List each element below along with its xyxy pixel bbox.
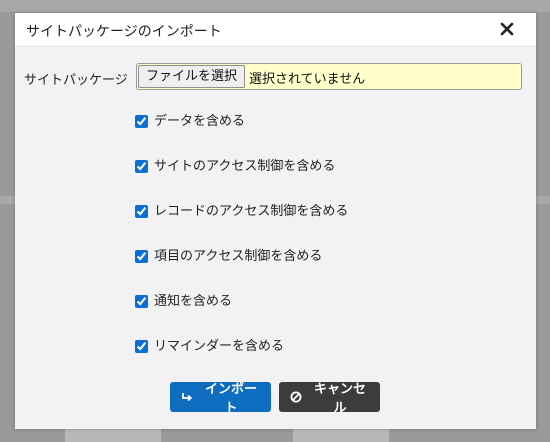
option-label[interactable]: 項目のアクセス制御を含める xyxy=(154,248,322,266)
dialog-titlebar: サイトパッケージのインポート xyxy=(15,13,536,47)
file-status: 選択されていません xyxy=(249,72,366,87)
option-label[interactable]: データを含める xyxy=(154,113,245,131)
import-button-label: インポート xyxy=(204,382,257,416)
include-column-access-checkbox[interactable] xyxy=(135,250,148,263)
cancel-circle-icon xyxy=(289,390,303,404)
option-label[interactable]: 通知を含める xyxy=(154,293,232,311)
include-site-access-checkbox[interactable] xyxy=(135,160,148,173)
option-label[interactable]: サイトのアクセス制御を含める xyxy=(154,158,335,176)
background-strip xyxy=(0,0,550,12)
option-row: レコードのアクセス制御を含める xyxy=(135,203,348,248)
background-card xyxy=(293,428,389,442)
include-data-checkbox[interactable] xyxy=(135,115,148,128)
file-row: サイトパッケージ ファイルを選択 選択されていません xyxy=(15,61,536,93)
cancel-button-label: キャンセル xyxy=(313,382,366,416)
option-row: 項目のアクセス制御を含める xyxy=(135,248,348,293)
option-row: リマインダーを含める xyxy=(135,338,348,383)
dialog-title: サイトパッケージのインポート xyxy=(26,24,222,40)
option-label[interactable]: リマインダーを含める xyxy=(154,338,284,356)
dialog-buttons: インポート キャンセル xyxy=(170,382,380,416)
include-notifications-checkbox[interactable] xyxy=(135,295,148,308)
option-row: データを含める xyxy=(135,113,348,158)
option-row: サイトのアクセス制御を含める xyxy=(135,158,348,203)
file-label: サイトパッケージ xyxy=(24,73,128,88)
options-list: データを含める サイトのアクセス制御を含める レコードのアクセス制御を含める 項… xyxy=(135,113,348,383)
file-input[interactable]: ファイルを選択 選択されていません xyxy=(136,63,522,90)
include-record-access-checkbox[interactable] xyxy=(135,205,148,218)
background-card xyxy=(65,428,161,442)
import-arrow-icon xyxy=(180,390,194,404)
choose-file-button[interactable]: ファイルを選択 xyxy=(138,65,246,88)
include-reminders-checkbox[interactable] xyxy=(135,340,148,353)
option-label[interactable]: レコードのアクセス制御を含める xyxy=(154,203,348,221)
option-row: 通知を含める xyxy=(135,293,348,338)
import-dialog: サイトパッケージのインポート サイトパッケージ ファイルを選択 選択されていませ… xyxy=(15,13,536,429)
cancel-button[interactable]: キャンセル xyxy=(279,382,380,416)
import-button[interactable]: インポート xyxy=(170,382,271,416)
close-icon[interactable] xyxy=(500,21,514,36)
